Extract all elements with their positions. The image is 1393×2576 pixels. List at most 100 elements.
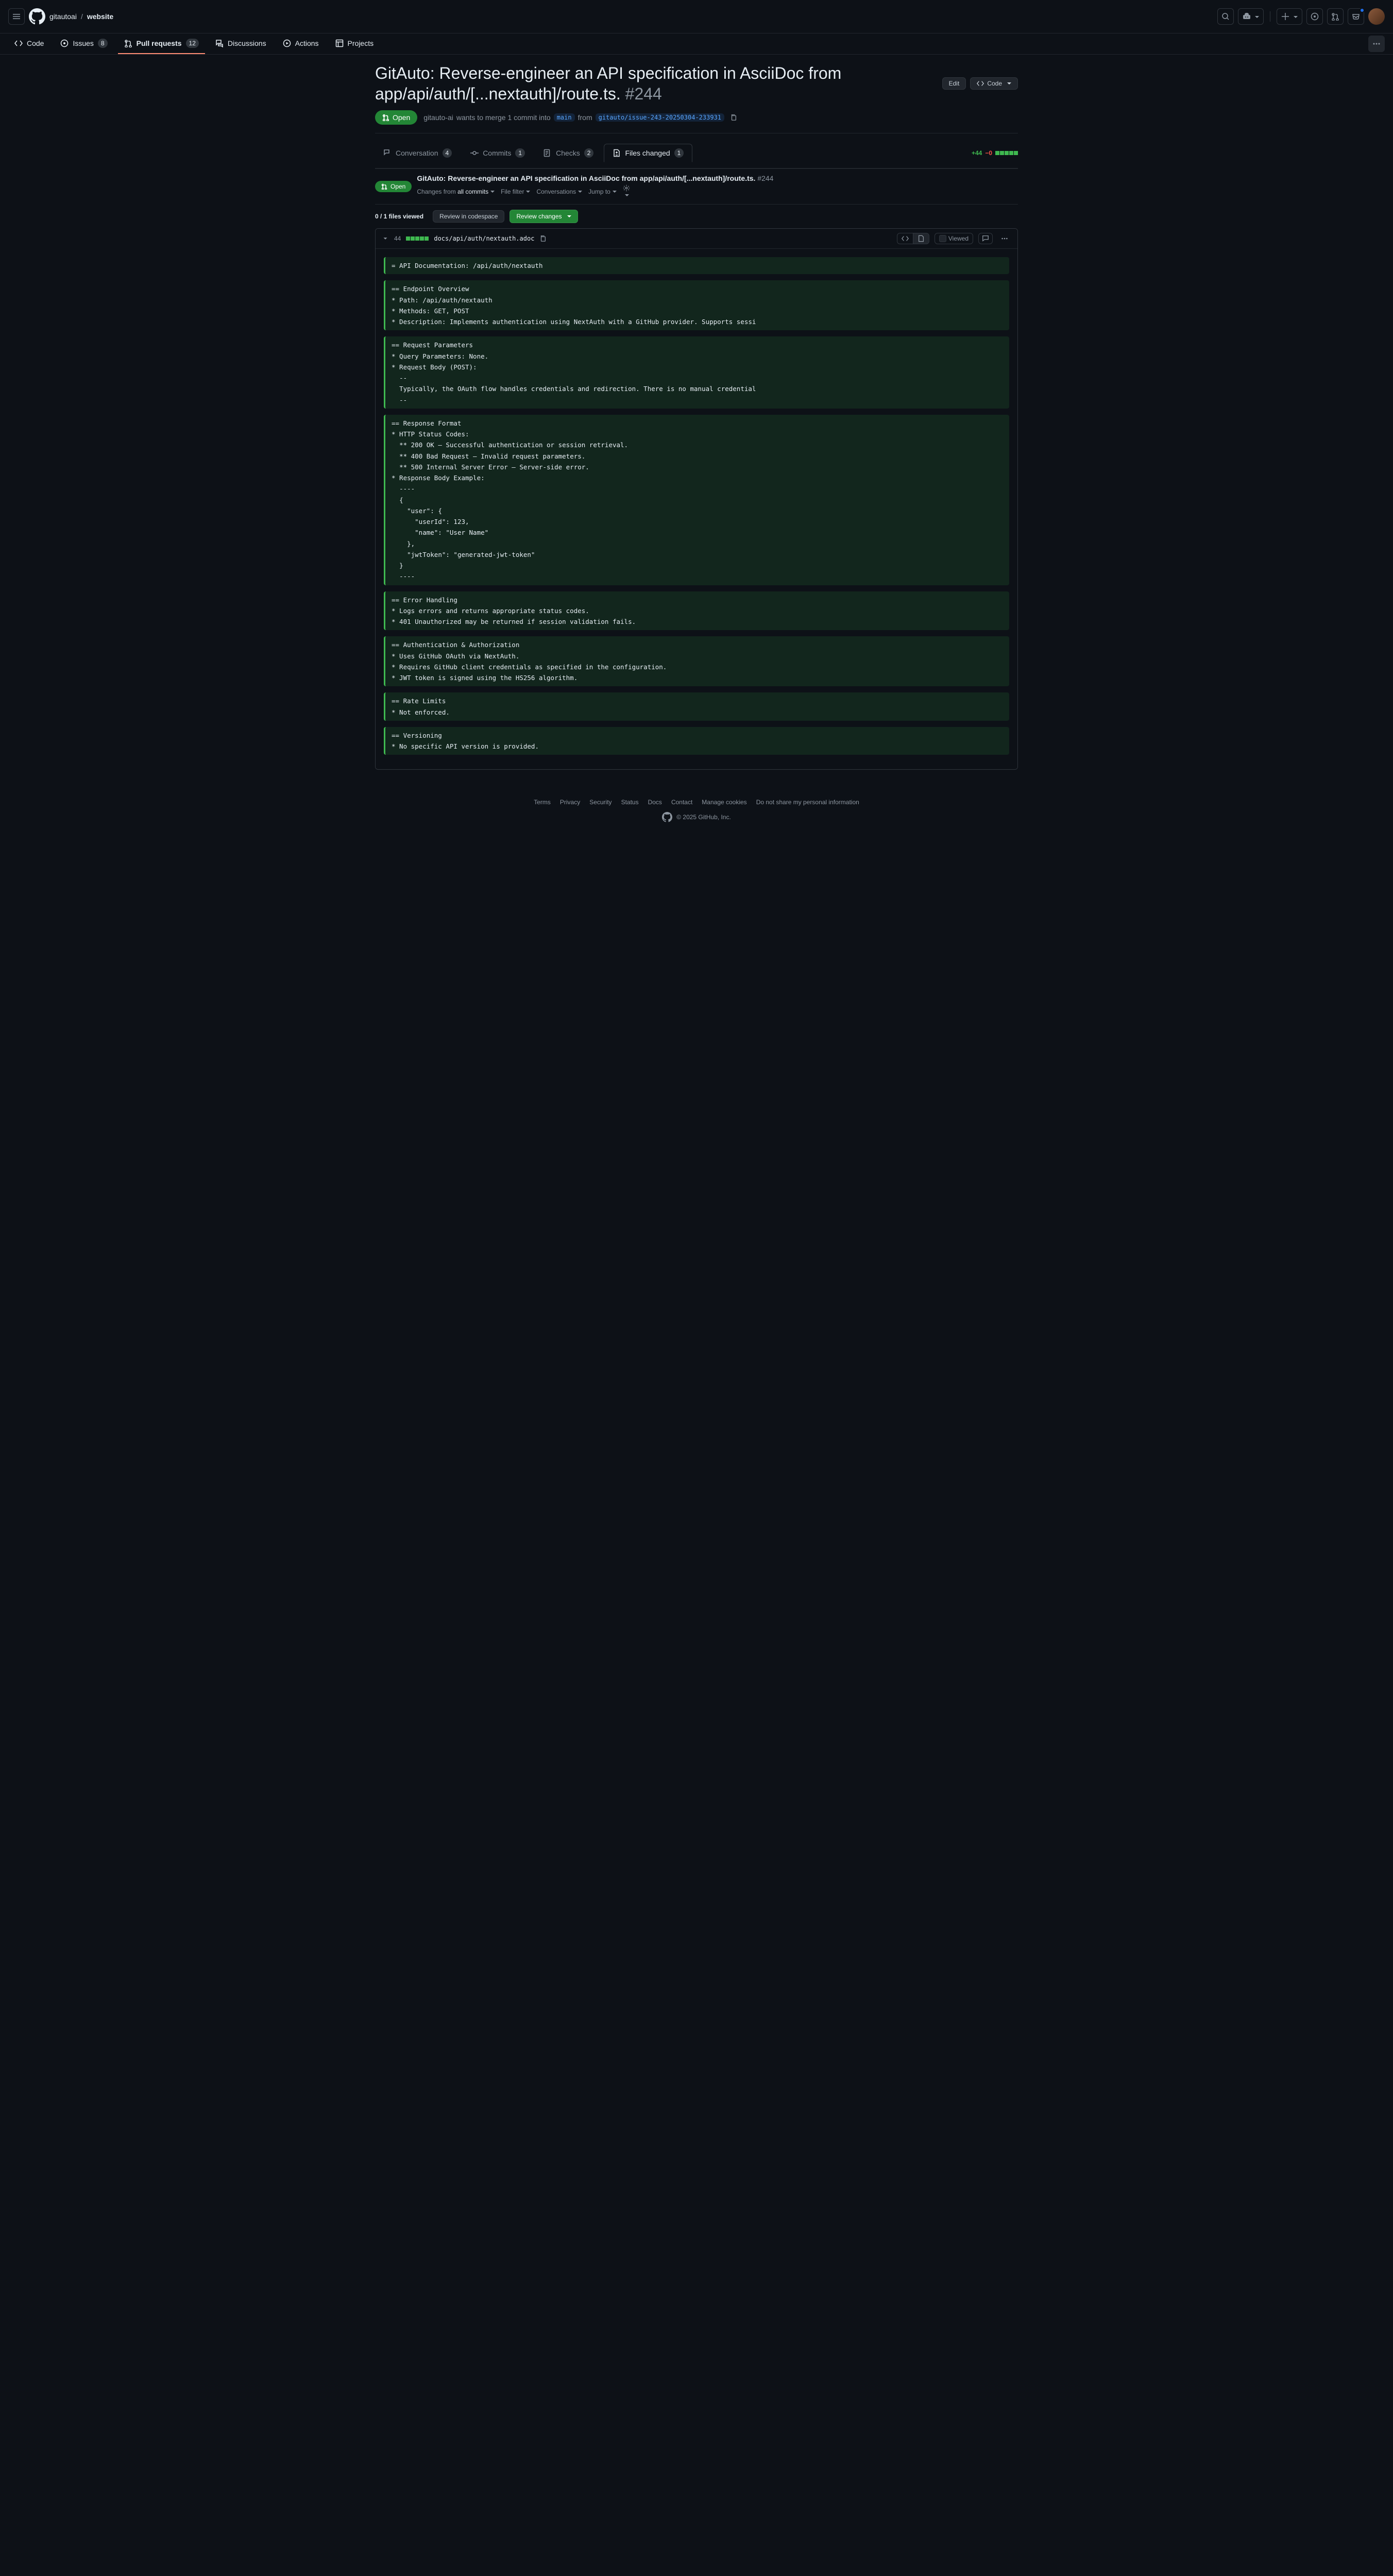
github-logo[interactable] bbox=[29, 8, 45, 25]
pulls-button[interactable] bbox=[1327, 8, 1344, 25]
chevron-down-icon bbox=[610, 188, 617, 195]
file-diff-icon bbox=[613, 149, 621, 157]
diff-hunk[interactable]: == Rate Limits * Not enforced. bbox=[384, 692, 1009, 721]
footer-link[interactable]: Manage cookies bbox=[702, 799, 746, 806]
viewed-checkbox[interactable]: Viewed bbox=[935, 233, 973, 244]
chevron-down-icon bbox=[1253, 13, 1259, 21]
hamburger-icon bbox=[12, 12, 21, 21]
chevron-down-icon bbox=[576, 188, 582, 195]
footer-link[interactable]: Privacy bbox=[560, 799, 580, 806]
pr-title: GitAuto: Reverse-engineer an API specifi… bbox=[375, 63, 934, 104]
code-button[interactable]: Code bbox=[970, 77, 1018, 90]
tab-code[interactable]: Code bbox=[8, 34, 50, 54]
diff-body: = API Documentation: /api/auth/nextauth … bbox=[376, 249, 1017, 769]
counter: 4 bbox=[443, 148, 452, 158]
tab-issues[interactable]: Issues8 bbox=[54, 33, 113, 54]
footer-link[interactable]: Do not share my personal information bbox=[756, 799, 859, 806]
tab-actions[interactable]: Actions bbox=[277, 34, 325, 54]
counter: 8 bbox=[98, 39, 108, 48]
tab-pull-requests[interactable]: Pull requests12 bbox=[118, 33, 205, 54]
view-mode-toggle bbox=[897, 233, 929, 244]
base-branch[interactable]: main bbox=[554, 113, 575, 122]
tab-files-changed[interactable]: Files changed1 bbox=[604, 144, 692, 162]
code-icon bbox=[14, 39, 23, 47]
head-branch[interactable]: gitauto/issue-243-20250304-233931 bbox=[596, 113, 724, 122]
hamburger-button[interactable] bbox=[8, 8, 25, 25]
copy-icon bbox=[730, 114, 737, 121]
tab-discussions[interactable]: Discussions bbox=[209, 34, 273, 54]
review-changes-button[interactable]: Review changes bbox=[509, 210, 577, 223]
inbox-icon bbox=[1352, 12, 1360, 21]
table-icon bbox=[335, 39, 344, 47]
diff-hunk[interactable]: == Endpoint Overview * Path: /api/auth/n… bbox=[384, 280, 1009, 330]
collapse-file-button[interactable] bbox=[382, 235, 389, 242]
create-new-button[interactable] bbox=[1277, 8, 1302, 25]
file-name[interactable]: docs/api/auth/nextauth.adoc bbox=[434, 235, 534, 242]
file-change-count: 44 bbox=[394, 235, 401, 242]
footer-link[interactable]: Security bbox=[589, 799, 611, 806]
footer: Terms Privacy Security Status Docs Conta… bbox=[0, 778, 1393, 843]
pr-meta-text: gitauto-ai wants to merge 1 commit into … bbox=[423, 111, 740, 124]
diff-hunk[interactable]: == Response Format * HTTP Status Codes: … bbox=[384, 415, 1009, 585]
chevron-down-icon bbox=[1292, 13, 1298, 21]
diff-settings-button[interactable] bbox=[623, 184, 630, 199]
file-menu-button[interactable] bbox=[998, 233, 1011, 244]
edit-button[interactable]: Edit bbox=[942, 77, 966, 90]
chevron-down-icon bbox=[524, 188, 530, 195]
issues-button[interactable] bbox=[1306, 8, 1323, 25]
chevron-down-icon bbox=[382, 235, 389, 242]
tab-label: Code bbox=[27, 39, 44, 47]
footer-link[interactable]: Status bbox=[621, 799, 639, 806]
code-icon bbox=[977, 80, 984, 87]
tab-commits[interactable]: Commits1 bbox=[462, 144, 533, 162]
repo-nav-overflow[interactable] bbox=[1368, 36, 1385, 52]
file-header: 44 docs/api/auth/nextauth.adoc Viewed bbox=[376, 229, 1017, 249]
review-codespace-button[interactable]: Review in codespace bbox=[433, 210, 504, 223]
diff-hunk[interactable]: == Request Parameters * Query Parameters… bbox=[384, 336, 1009, 409]
breadcrumb-separator: / bbox=[81, 12, 83, 21]
diff-hunk[interactable]: = API Documentation: /api/auth/nextauth bbox=[384, 257, 1009, 274]
copy-icon bbox=[539, 235, 547, 242]
pr-header: GitAuto: Reverse-engineer an API specifi… bbox=[375, 55, 1018, 138]
user-avatar[interactable] bbox=[1368, 8, 1385, 25]
copy-path-button[interactable] bbox=[539, 235, 547, 242]
chevron-down-icon bbox=[488, 188, 495, 195]
issue-icon bbox=[1311, 12, 1319, 21]
breadcrumb-repo[interactable]: website bbox=[87, 12, 113, 21]
pr-tabs: Conversation4 Commits1 Checks2 Files cha… bbox=[375, 138, 1018, 168]
footer-link[interactable]: Contact bbox=[671, 799, 692, 806]
rich-view-button[interactable] bbox=[913, 233, 929, 244]
breadcrumb-owner[interactable]: gitautoai bbox=[49, 12, 77, 21]
comment-button[interactable] bbox=[978, 233, 993, 244]
diff-hunk[interactable]: == Authentication & Authorization * Uses… bbox=[384, 636, 1009, 686]
footer-copyright: © 2025 GitHub, Inc. bbox=[8, 812, 1385, 822]
footer-link[interactable]: Docs bbox=[648, 799, 662, 806]
tab-projects[interactable]: Projects bbox=[329, 34, 380, 54]
tab-conversation[interactable]: Conversation4 bbox=[375, 144, 460, 162]
gear-icon bbox=[623, 184, 630, 192]
tab-checks[interactable]: Checks2 bbox=[535, 144, 602, 162]
diff-hunk[interactable]: == Versioning * No specific API version … bbox=[384, 727, 1009, 755]
copilot-icon bbox=[1243, 12, 1251, 21]
conversations-dropdown[interactable]: Conversations bbox=[536, 188, 582, 195]
file-filter-dropdown[interactable]: File filter bbox=[501, 188, 530, 195]
state-badge-small: Open bbox=[375, 181, 412, 192]
checklist-icon bbox=[543, 149, 552, 157]
copilot-button[interactable] bbox=[1238, 8, 1264, 25]
source-view-button[interactable] bbox=[897, 233, 913, 244]
chevron-down-icon bbox=[1005, 80, 1011, 87]
counter: 12 bbox=[186, 39, 199, 48]
issue-icon bbox=[60, 39, 69, 47]
footer-link[interactable]: Terms bbox=[534, 799, 551, 806]
copy-branch-button[interactable] bbox=[727, 111, 740, 124]
changes-from-dropdown[interactable]: Changes from all commits bbox=[417, 188, 495, 195]
diff-hunk[interactable]: == Error Handling * Logs errors and retu… bbox=[384, 591, 1009, 631]
git-pull-request-icon bbox=[382, 114, 389, 121]
code-icon bbox=[902, 235, 909, 242]
notifications-button[interactable] bbox=[1348, 8, 1364, 25]
jump-to-dropdown[interactable]: Jump to bbox=[588, 188, 617, 195]
counter: 1 bbox=[674, 148, 684, 158]
pr-author[interactable]: gitauto-ai bbox=[423, 113, 453, 122]
diff-stat: +44 −0 bbox=[972, 149, 1018, 157]
search-button[interactable] bbox=[1217, 8, 1234, 25]
